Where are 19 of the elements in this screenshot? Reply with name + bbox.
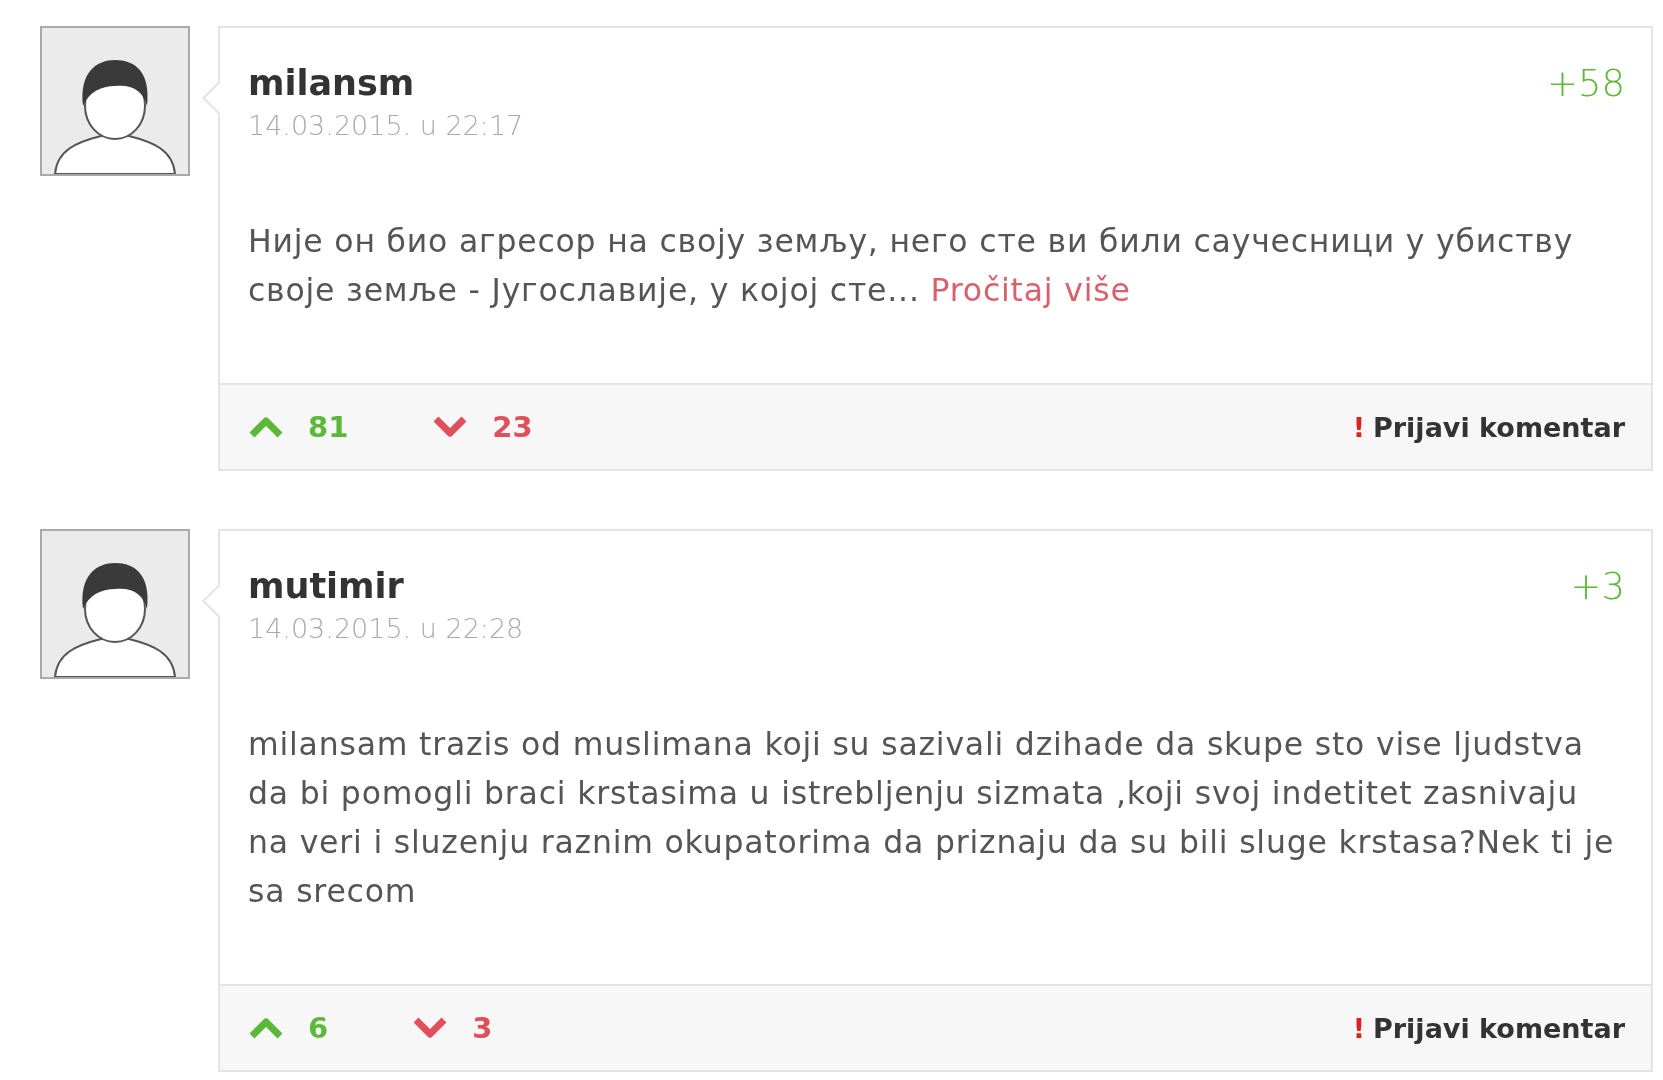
downvote-button[interactable]: 23 — [432, 410, 533, 444]
upvote-button[interactable]: 81 — [248, 410, 349, 444]
report-button[interactable]: ! Prijavi komentar — [1352, 411, 1625, 443]
chevron-up-icon — [248, 415, 284, 439]
chevron-down-icon — [432, 415, 469, 439]
chevron-up-icon — [248, 1016, 284, 1040]
comment-date: 14.03.2015. u 22:28 — [248, 613, 524, 644]
report-button[interactable]: ! Prijavi komentar — [1352, 1012, 1625, 1044]
comment-score: +58 — [1546, 62, 1625, 105]
username: mutimir — [248, 565, 405, 607]
downvote-button[interactable]: 3 — [412, 1011, 493, 1045]
username: milansm — [248, 62, 416, 104]
read-more-link[interactable]: Pročitaj više — [930, 272, 1131, 308]
chevron-down-icon — [412, 1016, 449, 1040]
upvote-button[interactable]: 6 — [248, 1011, 329, 1045]
comment-text: Није он био агресор на своју земљу, него сте ви били саучесници у убиству своје земље - Југославије, у којој сте... Pročitaj više — [248, 222, 1575, 310]
comment-date: 14.03.2015. u 22:17 — [248, 110, 524, 141]
comment-text: milansam trazis od muslimana koji su sazivali dzihade da skupe sto vise ljudstva da bi pomogli braci krstasima u istrebljenju sizmata ,koji svoj indetitet zasnivaju na veri i sluzenju raznim okupatorima da priznaju da su bili sluge krstasa?Nek ti je sa srecom — [248, 725, 1616, 911]
comment-score: +3 — [1570, 565, 1625, 608]
